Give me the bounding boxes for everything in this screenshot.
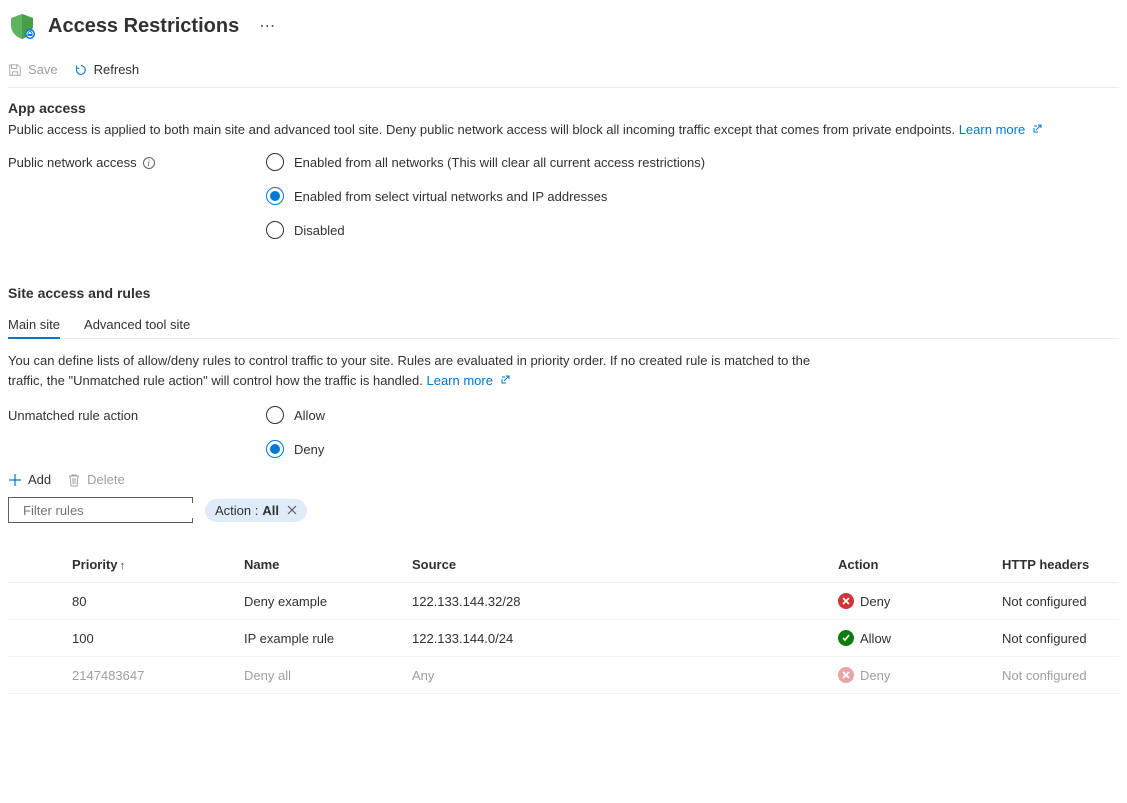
cell-http-headers: Not configured — [994, 620, 1119, 657]
col-source-header[interactable]: Source — [404, 547, 830, 583]
radio-circle-icon — [266, 221, 284, 239]
unmatched-rule-radio-group: Allow Deny — [266, 406, 325, 458]
cell-priority: 80 — [8, 583, 236, 620]
filter-action-pill[interactable]: Action : All — [205, 499, 307, 522]
cell-action: Deny — [830, 657, 994, 694]
toolbar: Save Refresh — [8, 52, 1119, 88]
cell-action: Deny — [830, 583, 994, 620]
save-label: Save — [28, 62, 58, 77]
tab-main-site[interactable]: Main site — [8, 311, 60, 338]
cell-name: IP example rule — [236, 620, 404, 657]
deny-icon — [838, 593, 854, 609]
refresh-icon — [74, 63, 88, 77]
cell-http-headers: Not configured — [994, 657, 1119, 694]
learn-more-link[interactable]: Learn more — [959, 122, 1042, 137]
app-access-desc: Public access is applied to both main si… — [8, 122, 1119, 137]
delete-rule-button[interactable]: Delete — [67, 472, 125, 487]
col-http-headers-header[interactable]: HTTP headers — [994, 547, 1119, 583]
filter-rules-input[interactable] — [23, 503, 199, 518]
cell-source: 122.133.144.0/24 — [404, 620, 830, 657]
trash-icon — [67, 473, 81, 487]
rules-table: Priority↑ Name Source Action HTTP header… — [8, 547, 1119, 694]
cell-name: Deny all — [236, 657, 404, 694]
shield-icon — [8, 12, 36, 40]
cell-priority: 100 — [8, 620, 236, 657]
page-header: Access Restrictions ⋯ — [8, 8, 1119, 52]
table-row[interactable]: 100IP example rule122.133.144.0/24AllowN… — [8, 620, 1119, 657]
public-network-access-radio-group: Enabled from all networks (This will cle… — [266, 153, 705, 239]
app-access-title: App access — [8, 100, 1119, 116]
rules-action-bar: Add Delete — [8, 462, 1119, 497]
learn-more-link[interactable]: Learn more — [426, 373, 509, 388]
page-title: Access Restrictions — [48, 15, 239, 38]
more-menu-button[interactable]: ⋯ — [251, 16, 283, 36]
cell-priority: 2147483647 — [8, 657, 236, 694]
info-icon[interactable]: i — [143, 157, 155, 169]
radio-circle-icon — [266, 406, 284, 424]
filter-rules-input-wrapper[interactable] — [8, 497, 193, 523]
radio-allow[interactable]: Allow — [266, 406, 325, 424]
allow-icon — [838, 630, 854, 646]
cell-source: 122.133.144.32/28 — [404, 583, 830, 620]
unmatched-rule-action-label: Unmatched rule action — [8, 406, 266, 423]
add-rule-button[interactable]: Add — [8, 472, 51, 487]
cell-source: Any — [404, 657, 830, 694]
app-access-section: App access Public access is applied to b… — [8, 100, 1119, 239]
col-action-header[interactable]: Action — [830, 547, 994, 583]
cell-http-headers: Not configured — [994, 583, 1119, 620]
refresh-label: Refresh — [94, 62, 140, 77]
external-link-icon — [500, 375, 510, 385]
table-row[interactable]: 80Deny example122.133.144.32/28DenyNot c… — [8, 583, 1119, 620]
table-header-row: Priority↑ Name Source Action HTTP header… — [8, 547, 1119, 583]
col-name-header[interactable]: Name — [236, 547, 404, 583]
external-link-icon — [1032, 124, 1042, 134]
radio-disabled[interactable]: Disabled — [266, 221, 705, 239]
public-network-access-row: Public network access i Enabled from all… — [8, 153, 1119, 239]
site-tabs: Main site Advanced tool site — [8, 311, 1119, 339]
site-access-title: Site access and rules — [8, 285, 1119, 301]
site-access-section: Site access and rules Main site Advanced… — [8, 285, 1119, 694]
cell-action: Allow — [830, 620, 994, 657]
radio-enabled-all[interactable]: Enabled from all networks (This will cle… — [266, 153, 705, 171]
radio-circle-icon — [266, 187, 284, 205]
tab-advanced-tool-site[interactable]: Advanced tool site — [84, 311, 190, 338]
close-icon[interactable] — [287, 503, 297, 518]
cell-name: Deny example — [236, 583, 404, 620]
col-priority-header[interactable]: Priority↑ — [8, 547, 236, 583]
save-button[interactable]: Save — [8, 62, 58, 77]
plus-icon — [8, 473, 22, 487]
sort-asc-icon: ↑ — [120, 560, 126, 572]
save-icon — [8, 63, 22, 77]
refresh-button[interactable]: Refresh — [74, 62, 140, 77]
radio-deny[interactable]: Deny — [266, 440, 325, 458]
public-network-access-label: Public network access i — [8, 153, 266, 170]
table-row[interactable]: 2147483647Deny allAnyDenyNot configured — [8, 657, 1119, 694]
radio-enabled-select[interactable]: Enabled from select virtual networks and… — [266, 187, 705, 205]
radio-circle-icon — [266, 440, 284, 458]
radio-circle-icon — [266, 153, 284, 171]
filter-row: Action : All — [8, 497, 1119, 523]
site-access-desc: You can define lists of allow/deny rules… — [8, 351, 828, 390]
unmatched-rule-action-row: Unmatched rule action Allow Deny — [8, 406, 1119, 458]
deny-icon — [838, 667, 854, 683]
